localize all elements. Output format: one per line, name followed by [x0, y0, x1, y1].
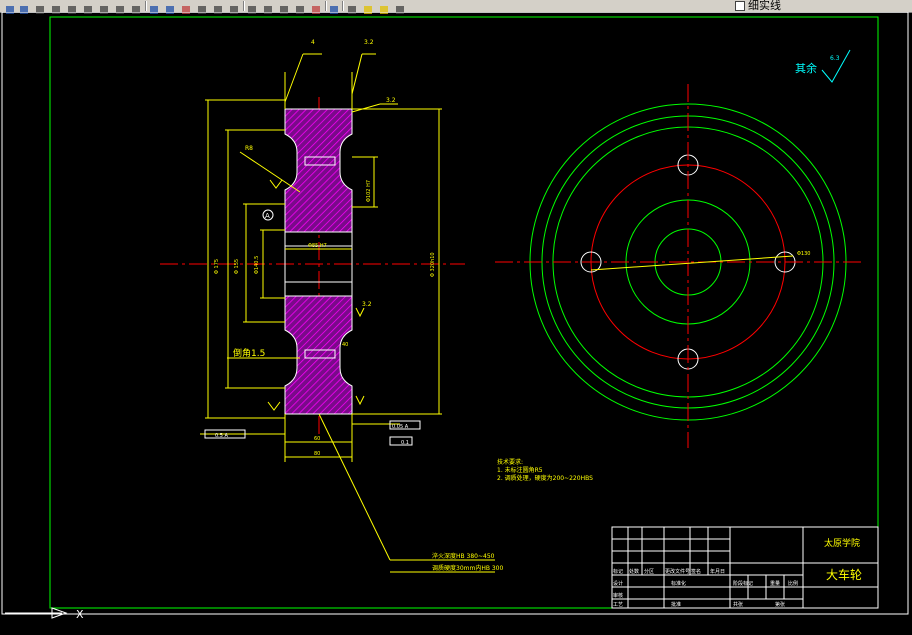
dim-r8: R8	[245, 145, 253, 152]
toolbar-separator	[342, 1, 344, 11]
note-line-2: 调质硬度30mm内HB 300	[432, 564, 503, 572]
drawing-area[interactable]: A 4 3.2 3.2 R8 Φ85 H7 Φ 175 Φ 155 Φ140.5…	[0, 11, 912, 631]
cut-icon[interactable]	[82, 0, 96, 14]
redo-icon[interactable]	[164, 0, 178, 14]
markup-icon[interactable]	[294, 0, 308, 14]
tech-req-item-2: 2. 调质处理，硬度为200~220HBS	[497, 474, 593, 482]
paste-icon[interactable]	[114, 0, 128, 14]
sheets-label: 共张	[733, 601, 743, 608]
layer-bulb-icon[interactable]	[362, 0, 376, 14]
design-center-icon[interactable]	[262, 0, 276, 14]
publish-icon[interactable]	[66, 0, 80, 14]
layer-manager-icon[interactable]	[346, 0, 360, 14]
layer-lock-icon[interactable]	[394, 0, 408, 14]
dim-bore: Φ85 H7	[308, 243, 327, 249]
dim-right-roughness: 3.2	[362, 301, 372, 308]
dim-d1: Φ 175	[214, 259, 220, 274]
row-label-mark: 标记	[613, 568, 623, 575]
dim-d3: Φ140.5	[254, 256, 260, 274]
dim-outer: Φ 320h10	[430, 252, 436, 277]
zoom-realtime-icon[interactable]	[196, 0, 210, 14]
dim-keyway: 40	[342, 342, 348, 348]
match-properties-icon[interactable]	[130, 0, 144, 14]
designer-label: 设计	[613, 580, 623, 587]
layer-sun-icon[interactable]	[378, 0, 392, 14]
datum-a-label: A	[265, 212, 270, 220]
stage-label: 阶段标记	[733, 580, 753, 587]
weight-label: 重量	[770, 580, 780, 587]
dim-top-a: 4	[311, 39, 315, 46]
toolbar-separator	[325, 1, 327, 11]
tech-req-item-1: 1. 未标注圆角R5	[497, 466, 543, 474]
properties-icon[interactable]	[246, 0, 260, 14]
standard-label: 标准化	[671, 580, 686, 587]
diameter-leader	[590, 255, 794, 271]
dim-circle: Φ130	[797, 251, 810, 257]
row-label-doc: 更改文件号	[665, 568, 690, 575]
undo-icon[interactable]	[148, 0, 162, 14]
pan-icon[interactable]	[180, 0, 194, 14]
zoom-previous-icon[interactable]	[228, 0, 242, 14]
dim-top-b: 3.2	[364, 39, 374, 46]
row-label-count: 处数	[629, 568, 639, 575]
inner-frame	[49, 16, 879, 609]
help-icon[interactable]	[328, 0, 342, 14]
copy-icon[interactable]	[98, 0, 112, 14]
outer-frame	[1, 11, 909, 615]
tol-right2-text: 0.1	[401, 440, 409, 446]
dim-chamfer: 倒角1.5	[233, 347, 265, 359]
row-label-sign: 签名	[691, 568, 701, 575]
model-space[interactable]: A 4 3.2 3.2 R8 Φ85 H7 Φ 175 Φ 155 Φ140.5…	[0, 11, 912, 631]
tol-left-text: 0.5 A	[215, 433, 229, 439]
section-view: A 4 3.2 3.2 R8 Φ85 H7 Φ 175 Φ 155 Φ140.5…	[160, 39, 503, 573]
tech-req-title: 技术要求:	[497, 458, 523, 466]
tol-right-text: 0.05 A	[392, 424, 409, 430]
layer-checkbox[interactable]	[735, 1, 745, 11]
technical-requirements: 技术要求: 1. 未标注圆角R5 2. 调质处理，硬度为200~220HBS	[497, 458, 593, 482]
print-icon[interactable]	[34, 0, 48, 14]
arrow-icon[interactable]	[4, 0, 18, 14]
toolbar-separator	[145, 1, 147, 11]
surface-finish-note: 其余 6.3	[795, 49, 851, 83]
title-block-text: 太原学院 大车轮 标记 处数 分区 更改文件号 签名 年月日 设计 标准化 阶段…	[613, 537, 862, 608]
note-line-1: 淬火深度HB 380~450	[432, 552, 495, 560]
row-label-date: 年月日	[710, 568, 725, 575]
front-view: Φ130	[495, 84, 862, 448]
dim-hub: Φ102 H7	[366, 180, 372, 202]
sheet-no-label: 第张	[775, 601, 785, 608]
approve-label: 批准	[671, 601, 681, 608]
dim-d2: Φ 155	[234, 259, 240, 274]
ucs-x-label: X	[76, 608, 84, 621]
tool-palette-icon[interactable]	[278, 0, 292, 14]
review-label: 审核	[613, 592, 623, 599]
upper-rim-section	[284, 108, 353, 233]
surface-note-text: 其余	[795, 61, 817, 75]
dim-top-c: 3.2	[386, 97, 396, 104]
process-label: 工艺	[613, 602, 623, 608]
lower-rim-section	[284, 295, 353, 415]
dim-hub-width: 60	[314, 436, 320, 442]
zoom-window-icon[interactable]	[212, 0, 226, 14]
scale-label: 比例	[788, 580, 798, 587]
calculator-icon[interactable]	[310, 0, 324, 14]
dim-bottom-width: 80	[314, 451, 320, 457]
save-icon[interactable]	[18, 0, 32, 14]
surface-note-value: 6.3	[830, 55, 840, 62]
part-name: 大车轮	[826, 567, 862, 582]
school-name: 太原学院	[824, 537, 860, 549]
toolbar-separator	[243, 1, 245, 11]
row-label-zone: 分区	[644, 568, 654, 575]
plot-preview-icon[interactable]	[50, 0, 64, 14]
